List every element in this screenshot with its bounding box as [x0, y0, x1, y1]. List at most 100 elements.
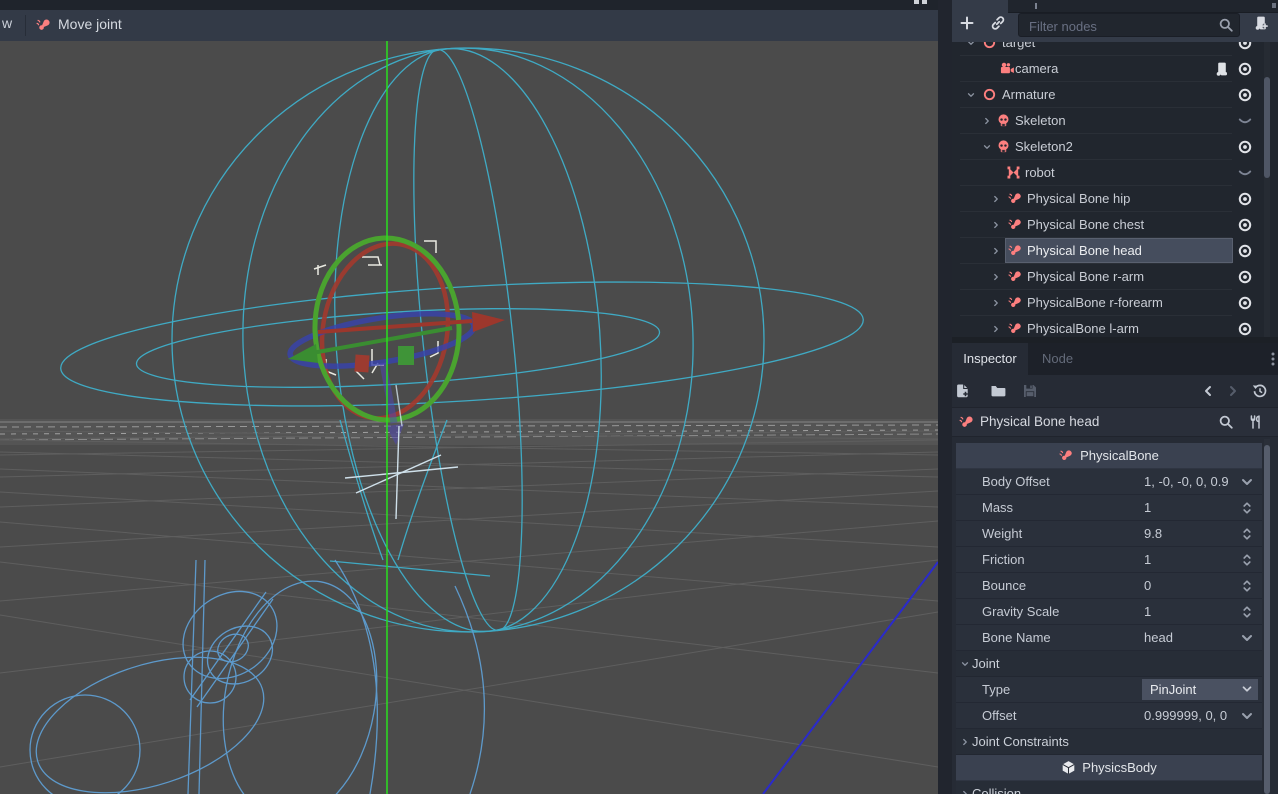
chevron-right-icon[interactable]: [991, 298, 1001, 308]
chevron-down-icon[interactable]: [982, 142, 992, 152]
chevron-down-icon[interactable]: [1239, 708, 1255, 724]
eye-icon[interactable]: [1237, 243, 1253, 259]
chevron-right-icon[interactable]: [991, 272, 1001, 282]
node-label: Physical Bone chest: [1027, 217, 1144, 232]
tree-node-physicalbone-l-arm[interactable]: PhysicalBone l-arm: [952, 316, 1278, 337]
chevron-right-icon[interactable]: [982, 116, 992, 126]
property-label: Bone Name: [982, 630, 1051, 645]
tree-node-physicalbone-r-forearm[interactable]: PhysicalBone r-forearm: [952, 290, 1278, 316]
godot-editor-window: w Move joint: [0, 0, 1278, 794]
chevron-down-icon[interactable]: [1239, 630, 1255, 646]
object-history-icon[interactable]: [1252, 383, 1268, 399]
3d-viewport[interactable]: [0, 41, 938, 794]
eye-icon[interactable]: [1237, 139, 1253, 155]
chevron-right-icon[interactable]: [991, 220, 1001, 230]
property-value[interactable]: 9.8: [1144, 526, 1162, 541]
tab-inspector[interactable]: Inspector: [952, 343, 1028, 375]
tree-node-robot[interactable]: robot: [952, 160, 1278, 186]
active-tool-label: Move joint: [58, 16, 122, 32]
instance-scene-button[interactable]: [990, 15, 1006, 31]
tab-node[interactable]: Node: [1042, 343, 1073, 375]
chevron-down-icon[interactable]: [966, 90, 976, 100]
eye-icon[interactable]: [1237, 321, 1253, 337]
eye-closed-icon[interactable]: [1237, 115, 1253, 131]
stepper-icon[interactable]: [1239, 604, 1255, 620]
gizmo-x-plane-handle[interactable]: [354, 355, 369, 373]
save-resource-icon[interactable]: [1022, 383, 1038, 399]
tree-node-camera[interactable]: camera: [952, 56, 1278, 82]
bone-icon: [1008, 295, 1023, 310]
add-node-button[interactable]: [959, 15, 975, 31]
property-value[interactable]: head: [1144, 630, 1173, 645]
clipped-menu-label[interactable]: w: [2, 15, 12, 31]
filter-nodes-field[interactable]: [1018, 13, 1240, 37]
chevron-down-icon: [1240, 682, 1254, 696]
group-collision[interactable]: Collision: [956, 781, 1262, 794]
property-label: Type: [982, 682, 1010, 697]
property-value[interactable]: 1, -0, -0, 0, 0.9: [1144, 474, 1229, 489]
chevron-down-icon[interactable]: [1239, 474, 1255, 490]
group-joint[interactable]: Joint: [956, 651, 1262, 677]
chevron-right-icon[interactable]: [960, 737, 970, 747]
eye-icon[interactable]: [1237, 217, 1253, 233]
history-forward-icon[interactable]: [1225, 383, 1241, 399]
inspector-scrollbar-thumb[interactable]: [1264, 445, 1270, 794]
stepper-icon[interactable]: [1239, 578, 1255, 594]
node-label: Skeleton2: [1015, 139, 1073, 154]
bone-icon: [1008, 217, 1023, 232]
eye-icon[interactable]: [1237, 61, 1253, 77]
stepper-icon[interactable]: [1239, 552, 1255, 568]
eye-closed-icon[interactable]: [1237, 167, 1253, 183]
tree-node-skeleton2[interactable]: Skeleton2: [952, 134, 1278, 160]
viewport-canvas[interactable]: [0, 41, 938, 794]
property-value[interactable]: 1: [1144, 604, 1151, 619]
property-value[interactable]: 1: [1144, 500, 1151, 515]
eye-icon[interactable]: [1237, 269, 1253, 285]
stepper-icon[interactable]: [1239, 526, 1255, 542]
chevron-right-icon[interactable]: [991, 324, 1001, 334]
group-joint-constraints[interactable]: Joint Constraints: [956, 729, 1262, 755]
tree-node-armature[interactable]: Armature: [952, 82, 1278, 108]
property-value[interactable]: 0: [1144, 578, 1151, 593]
tree-node-physical-bone-r-arm[interactable]: Physical Bone r-arm: [952, 264, 1278, 290]
filter-properties-icon[interactable]: [1218, 414, 1234, 430]
gizmo-z-plane-handle[interactable]: [398, 346, 414, 365]
node-label: robot: [1025, 165, 1055, 180]
eye-icon[interactable]: [1237, 42, 1253, 51]
eye-icon[interactable]: [1237, 191, 1253, 207]
load-resource-icon[interactable]: [990, 383, 1006, 399]
chevron-right-icon[interactable]: [991, 246, 1001, 256]
clipped-glyph: [922, 0, 927, 4]
attach-script-button[interactable]: [1253, 15, 1269, 31]
chevron-right-icon[interactable]: [960, 789, 970, 794]
bone-icon: [1059, 448, 1074, 463]
tree-node-physical-bone-hip[interactable]: Physical Bone hip: [952, 186, 1278, 212]
property-label: Bounce: [982, 578, 1026, 593]
tree-node-physical-bone-head[interactable]: Physical Bone head: [952, 238, 1278, 264]
joint-type-dropdown[interactable]: PinJoint: [1142, 679, 1258, 700]
property-label: Friction: [982, 552, 1025, 567]
dock-menu-icon[interactable]: [1265, 351, 1278, 367]
history-back-icon[interactable]: [1200, 383, 1216, 399]
eye-icon[interactable]: [1237, 87, 1253, 103]
eye-icon[interactable]: [1237, 295, 1253, 311]
property-value[interactable]: 0.999999, 0, 0: [1144, 708, 1227, 723]
property-row-friction: Friction 1: [956, 547, 1262, 573]
group-label: Joint: [972, 656, 999, 671]
inspector-tools-icon[interactable]: [1248, 414, 1264, 430]
tree-node-skeleton[interactable]: Skeleton: [952, 108, 1278, 134]
chevron-down-icon[interactable]: [960, 659, 970, 669]
chevron-right-icon[interactable]: [991, 194, 1001, 204]
property-value[interactable]: 1: [1144, 552, 1151, 567]
bone-icon: [1008, 321, 1023, 336]
tree-scrollbar-thumb[interactable]: [1264, 77, 1270, 178]
tree-node-target[interactable]: target: [952, 42, 1278, 56]
tree-node-physical-bone-chest[interactable]: Physical Bone chest: [952, 212, 1278, 238]
filter-nodes-input[interactable]: [1027, 16, 1211, 36]
node-label: Physical Bone hip: [1027, 191, 1130, 206]
chevron-down-icon[interactable]: [966, 42, 976, 48]
scene-dock-header: [952, 0, 1278, 42]
new-resource-icon[interactable]: [955, 383, 971, 399]
stepper-icon[interactable]: [1239, 500, 1255, 516]
script-icon[interactable]: [1214, 61, 1230, 77]
